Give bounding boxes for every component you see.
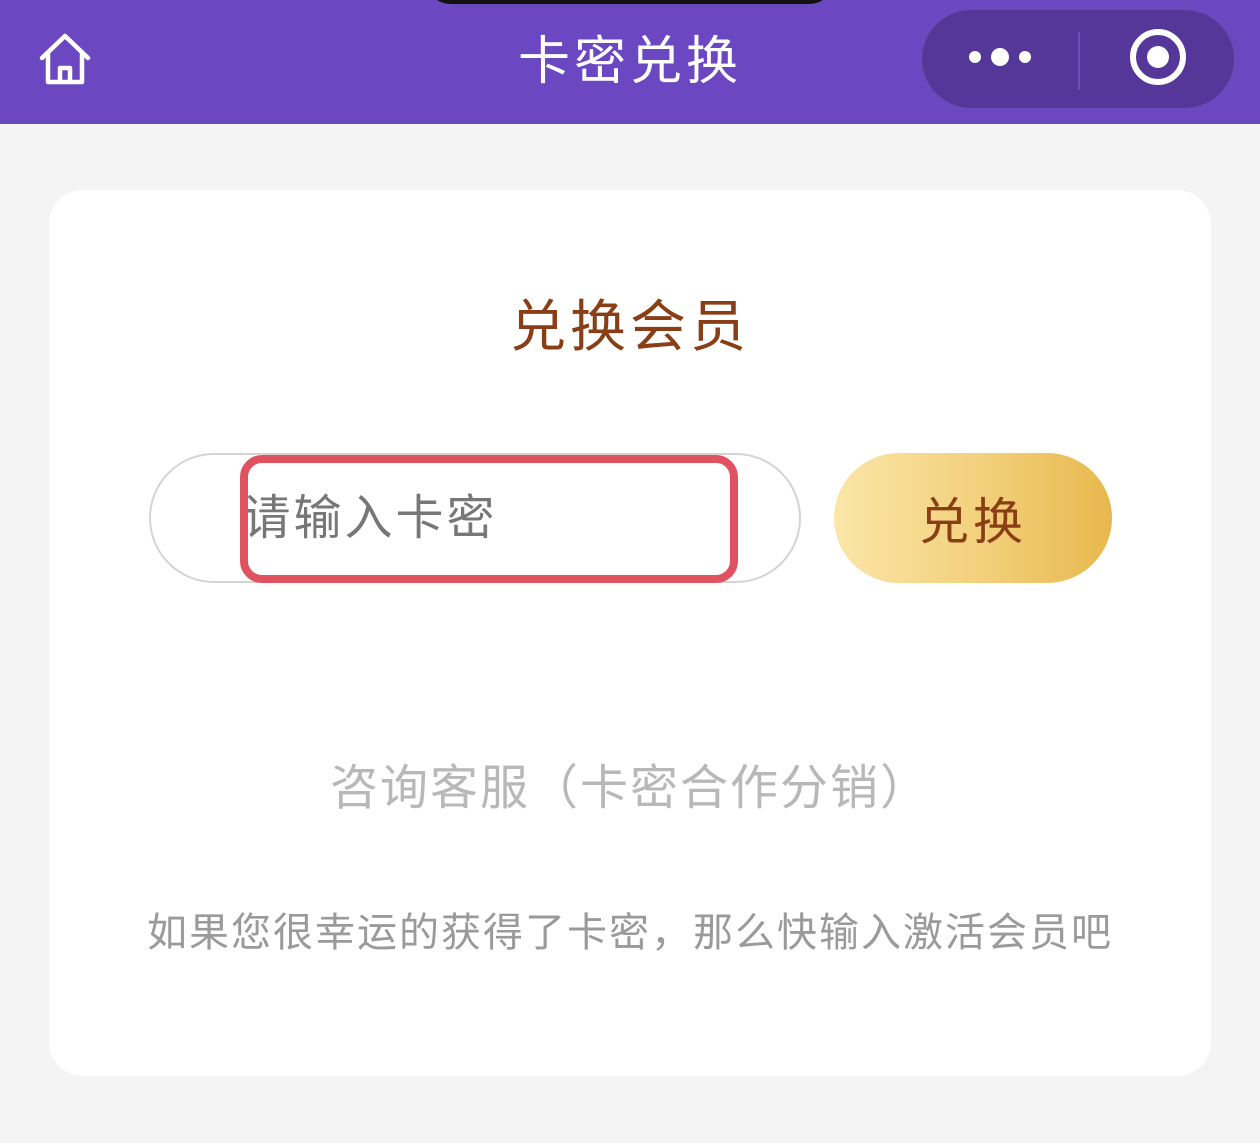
more-dots-icon bbox=[965, 45, 1035, 73]
card-key-input[interactable] bbox=[151, 455, 799, 581]
consult-service-link[interactable]: 咨询客服（卡密合作分销） bbox=[0, 748, 1260, 818]
redeem-card-title: 兑换会员 bbox=[510, 295, 750, 360]
mini-program-capsule bbox=[920, 8, 1236, 110]
close-mini-program-button[interactable] bbox=[1080, 10, 1236, 108]
redeem-button[interactable]: 兑换 bbox=[834, 453, 1112, 583]
redeem-hint-text: 如果您很幸运的获得了卡密，那么快输入激活会员吧 bbox=[147, 910, 1113, 956]
more-button[interactable] bbox=[922, 10, 1078, 108]
top-nav-bar: 卡密兑换 bbox=[0, 0, 1260, 124]
device-notch bbox=[425, 0, 835, 4]
home-icon bbox=[36, 30, 94, 92]
card-key-input-wrapper bbox=[149, 453, 801, 583]
target-circle-icon bbox=[1128, 27, 1188, 91]
home-button[interactable] bbox=[34, 30, 96, 92]
